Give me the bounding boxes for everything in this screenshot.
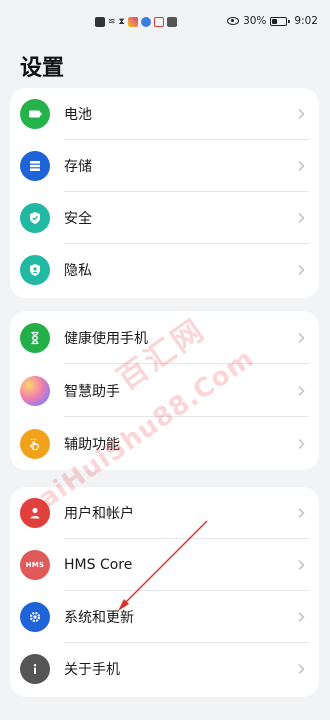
settings-item-label: 隐私 bbox=[64, 263, 92, 279]
settings-item-accessibility[interactable]: 辅助功能 bbox=[10, 417, 319, 470]
chevron-right-icon bbox=[298, 108, 305, 120]
settings-item-label: 存储 bbox=[64, 159, 92, 175]
settings-group-2: 健康使用手机 智慧助手 辅助功能 bbox=[10, 311, 319, 470]
settings-item-label: HMS Core bbox=[64, 557, 133, 573]
hms-icon-text: HMS bbox=[25, 561, 45, 569]
battery-percent: 30% bbox=[243, 15, 267, 27]
page-title: 设置 bbox=[20, 56, 65, 81]
settings-item-label: 辅助功能 bbox=[64, 436, 120, 453]
chevron-right-icon bbox=[298, 559, 305, 571]
settings-item-privacy[interactable]: 隐私 bbox=[10, 244, 319, 296]
chevron-right-icon bbox=[298, 160, 305, 172]
hourglass-icon bbox=[20, 322, 50, 353]
settings-item-label: 用户和帐户 bbox=[64, 506, 134, 522]
chevron-right-icon bbox=[298, 438, 305, 449]
settings-group-1: 电池 存储 安全 隐私 bbox=[10, 88, 319, 298]
app-notification-icon-3 bbox=[153, 17, 164, 27]
settings-item-about-phone[interactable]: 关于手机 bbox=[10, 643, 319, 695]
battery-status-icon bbox=[270, 16, 291, 26]
chevron-right-icon bbox=[298, 385, 305, 396]
app-notification-icon-4 bbox=[166, 17, 177, 27]
privacy-icon bbox=[20, 255, 50, 285]
notification-icons: ≋ ⧗ bbox=[95, 17, 177, 27]
app-notification-icon bbox=[127, 17, 138, 27]
battery-icon bbox=[20, 99, 50, 129]
security-shield-icon bbox=[20, 203, 50, 233]
settings-item-security[interactable]: 安全 bbox=[10, 192, 319, 244]
info-icon bbox=[20, 654, 50, 684]
settings-group-3: 用户和帐户 HMS HMS Core 系统和更新 关于手机 bbox=[10, 487, 319, 697]
status-bar: ≋ ⧗ 30% 9:02 bbox=[0, 0, 330, 46]
settings-item-smart-assistant[interactable]: 智慧助手 bbox=[10, 364, 319, 417]
accessibility-hand-icon bbox=[20, 428, 50, 459]
chevron-right-icon bbox=[298, 611, 305, 623]
settings-item-label: 智慧助手 bbox=[64, 383, 120, 400]
chevron-right-icon bbox=[298, 332, 305, 343]
settings-item-users-accounts[interactable]: 用户和帐户 bbox=[10, 487, 319, 539]
settings-item-battery[interactable]: 电池 bbox=[10, 88, 319, 140]
settings-item-hms-core[interactable]: HMS HMS Core bbox=[10, 539, 319, 591]
alert-icon bbox=[95, 17, 105, 27]
chevron-right-icon bbox=[298, 507, 305, 519]
storage-icon bbox=[20, 151, 50, 181]
chevron-right-icon bbox=[298, 212, 305, 224]
hms-icon: HMS bbox=[20, 550, 50, 580]
wifi-icon: ≋ bbox=[108, 17, 116, 27]
app-notification-icon-2 bbox=[140, 17, 151, 27]
settings-item-label: 电池 bbox=[64, 107, 92, 123]
settings-item-label: 系统和更新 bbox=[64, 610, 134, 626]
system-gear-icon bbox=[20, 602, 50, 632]
clock-time: 9:02 bbox=[294, 15, 318, 27]
settings-item-digital-balance[interactable]: 健康使用手机 bbox=[10, 311, 319, 364]
smart-assistant-icon bbox=[20, 375, 50, 406]
user-icon bbox=[20, 498, 50, 528]
settings-item-label: 安全 bbox=[64, 211, 92, 227]
settings-item-label: 关于手机 bbox=[64, 662, 120, 678]
settings-item-system-update[interactable]: 系统和更新 bbox=[10, 591, 319, 643]
settings-item-label: 健康使用手机 bbox=[64, 330, 148, 347]
chevron-right-icon bbox=[298, 663, 305, 675]
chevron-right-icon bbox=[298, 264, 305, 276]
hourglass-small-icon: ⧗ bbox=[118, 17, 125, 27]
settings-item-storage[interactable]: 存储 bbox=[10, 140, 319, 192]
eye-comfort-icon bbox=[227, 17, 240, 25]
